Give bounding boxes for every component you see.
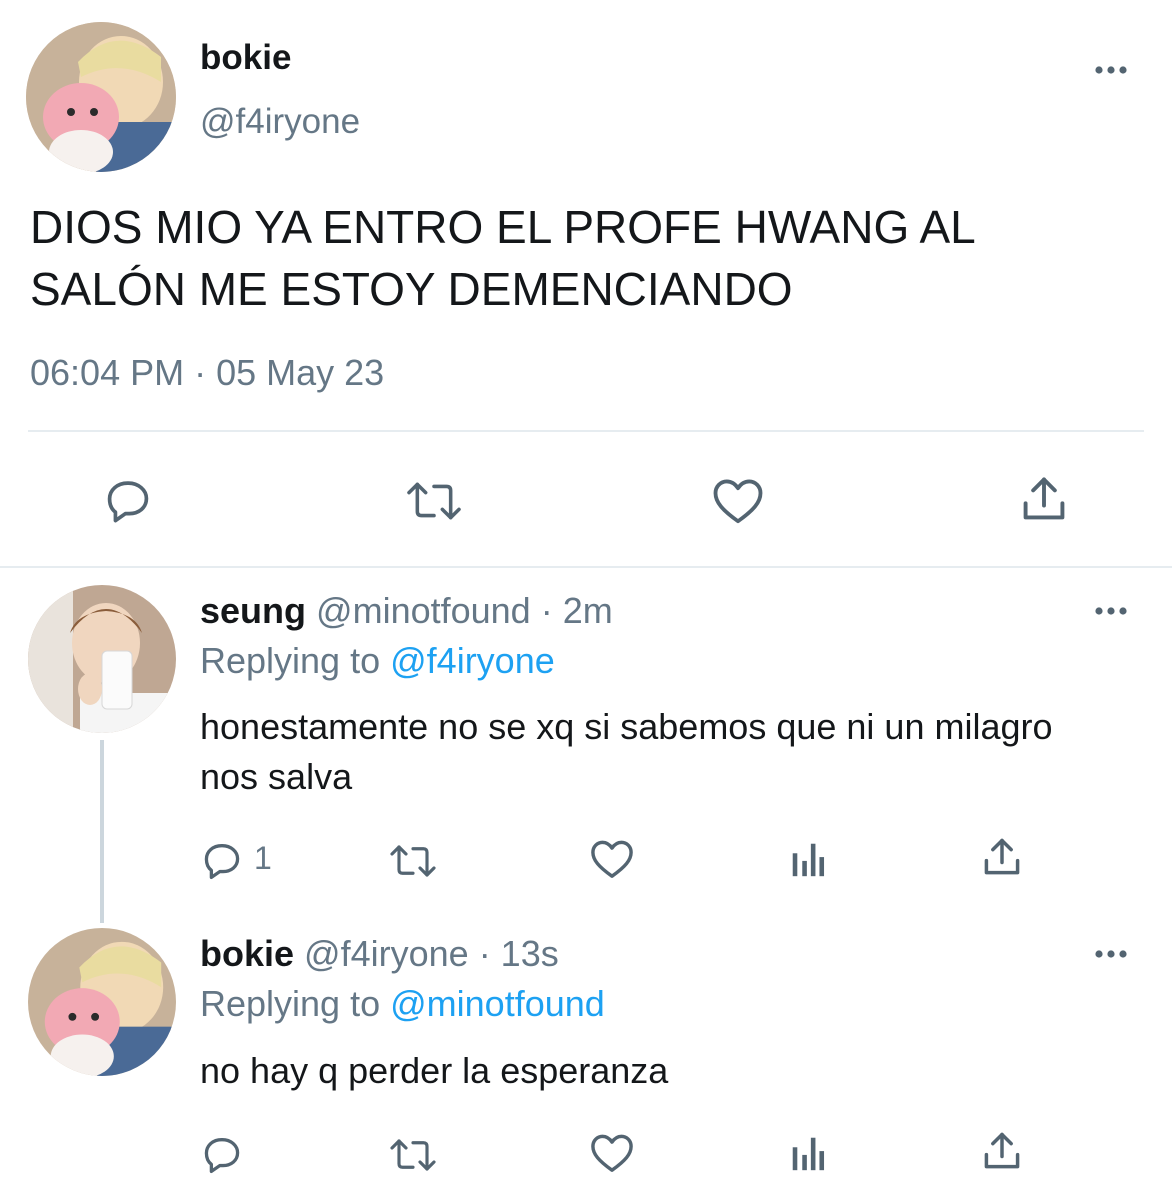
replying-to-label: Replying to <box>200 983 381 1024</box>
reply-icon[interactable] <box>102 474 154 526</box>
reply2-handle[interactable]: @f4iryone <box>304 933 469 974</box>
reply1-display-name[interactable]: seung <box>200 590 306 631</box>
reply-icon[interactable] <box>200 838 244 882</box>
main-display-name[interactable]: bokie <box>200 38 291 78</box>
like-icon[interactable] <box>711 476 765 526</box>
reply2-more-options-icon[interactable] <box>1092 946 1132 962</box>
main-avatar[interactable] <box>26 22 176 172</box>
reply1-time[interactable]: · 2m <box>541 590 613 631</box>
retweet-icon[interactable] <box>402 476 466 526</box>
replying-to-link[interactable]: @minotfound <box>390 983 605 1024</box>
retweet-icon[interactable] <box>386 840 440 882</box>
reply2-display-name[interactable]: bokie <box>200 933 294 974</box>
reply1-more-options-icon[interactable] <box>1092 603 1132 619</box>
reply2-time[interactable]: · 13s <box>479 933 559 974</box>
share-icon[interactable] <box>1018 472 1070 526</box>
analytics-icon[interactable] <box>788 1132 828 1174</box>
thread-connector <box>100 740 104 923</box>
share-icon[interactable] <box>980 1128 1024 1174</box>
retweet-icon[interactable] <box>386 1134 440 1176</box>
analytics-icon[interactable] <box>788 838 828 880</box>
reply1-text: honestamente no se xq si sabemos que ni … <box>200 706 1053 797</box>
more-options-icon[interactable] <box>1092 62 1132 78</box>
main-handle[interactable]: @f4iryone <box>200 102 360 142</box>
reply2-header: bokie @f4iryone · 13s <box>200 933 559 975</box>
main-timestamp[interactable]: 06:04 PM · 05 May 23 <box>30 352 384 394</box>
reply1-header: seung @minotfound · 2m <box>200 590 613 632</box>
reply-icon[interactable] <box>200 1132 244 1176</box>
replying-to-label: Replying to <box>200 640 381 681</box>
reply-avatar-seung[interactable] <box>28 585 176 733</box>
main-tweet-text: DIOS MIO YA ENTRO EL PROFE HWANG AL SALÓ… <box>30 201 975 315</box>
share-icon[interactable] <box>980 834 1024 880</box>
reply-avatar-bokie[interactable] <box>28 928 176 1076</box>
reply1-replying-to: Replying to @f4iryone <box>200 640 555 682</box>
reply2-text: no hay q perder la esperanza <box>200 1050 669 1091</box>
reply1-reply-count: 1 <box>254 840 272 876</box>
like-icon[interactable] <box>589 1132 635 1174</box>
reply2-replying-to: Replying to @minotfound <box>200 983 605 1025</box>
like-icon[interactable] <box>589 838 635 880</box>
reply1-handle[interactable]: @minotfound <box>316 590 531 631</box>
main-divider <box>28 430 1144 432</box>
section-divider <box>0 566 1172 568</box>
replying-to-link[interactable]: @f4iryone <box>390 640 555 681</box>
